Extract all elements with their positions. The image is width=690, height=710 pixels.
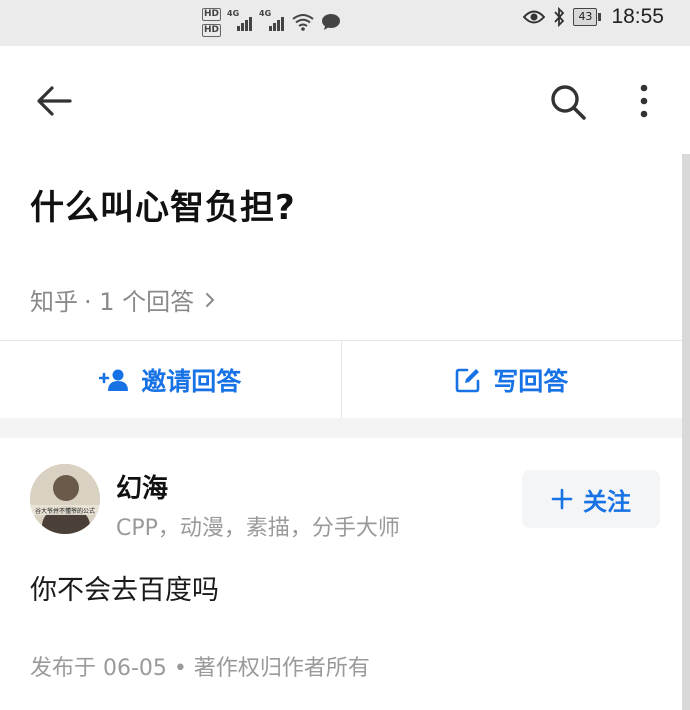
follow-label: 关注 xyxy=(583,487,631,516)
avatar-image: 谷大爷并不懂爷的公式 xyxy=(30,464,100,534)
question-actions: 邀请回答 写回答 xyxy=(0,340,682,419)
question-source: 知乎 xyxy=(30,288,78,316)
status-bar-right: 43 18:55 xyxy=(523,5,664,28)
more-vertical-icon xyxy=(640,84,648,118)
back-button[interactable] xyxy=(34,84,74,118)
signal-icon-1: 4G xyxy=(227,9,253,31)
search-button[interactable] xyxy=(548,82,588,122)
question-meta[interactable]: 知乎 · 1 个回答 xyxy=(30,282,216,317)
plus-icon xyxy=(551,488,573,510)
write-answer-label: 写回答 xyxy=(493,367,569,396)
scrollbar[interactable] xyxy=(682,154,690,710)
status-bar: HD HD 4G 4G 43 18:55 xyxy=(0,0,690,46)
search-icon xyxy=(551,85,586,120)
wifi-icon xyxy=(292,14,314,31)
answer-footer: 发布于 06-05 • 著作权归作者所有 xyxy=(30,656,370,681)
avatar-caption: 谷大爷并不懂爷的公式 xyxy=(35,507,95,515)
message-icon xyxy=(322,14,341,30)
arrow-left-icon xyxy=(37,86,72,116)
signal-icon-2: 4G xyxy=(259,9,285,31)
follow-button[interactable]: 关注 xyxy=(522,470,660,528)
status-bar-left: HD HD 4G 4G xyxy=(202,2,341,42)
avatar[interactable]: 谷大爷并不懂爷的公式 xyxy=(30,464,100,534)
author-name[interactable]: 幻海 xyxy=(116,468,168,505)
invite-answer-label: 邀请回答 xyxy=(141,367,242,396)
section-gap xyxy=(0,418,682,438)
answer-content[interactable]: 你不会去百度吗 xyxy=(30,568,219,607)
author-tags: CPP，动漫，素描，分手大师 xyxy=(116,516,400,541)
question-title: 什么叫心智负担? xyxy=(30,188,296,228)
hd-indicators: HD HD xyxy=(202,7,222,37)
edit-icon xyxy=(455,368,480,393)
hd-badge-1: HD xyxy=(202,7,222,21)
eye-icon xyxy=(523,10,546,24)
battery-icon: 43 xyxy=(573,8,602,26)
answer-count: · 1 个回答 xyxy=(84,288,195,316)
invite-answer-button[interactable]: 邀请回答 xyxy=(0,341,341,419)
add-person-icon xyxy=(99,369,129,391)
bluetooth-icon xyxy=(554,7,565,27)
network-type-1: 4G xyxy=(227,9,240,18)
write-answer-button[interactable]: 写回答 xyxy=(342,341,683,419)
answer-card[interactable]: 谷大爷并不懂爷的公式 幻海 CPP，动漫，素描，分手大师 关注 你不会去百度吗 … xyxy=(0,438,682,710)
hd-badge-2: HD xyxy=(202,23,222,37)
network-type-2: 4G xyxy=(259,9,272,18)
app-header xyxy=(0,46,690,154)
chevron-right-icon xyxy=(206,292,215,307)
status-time: 18:55 xyxy=(611,5,664,28)
more-button[interactable] xyxy=(632,82,656,122)
